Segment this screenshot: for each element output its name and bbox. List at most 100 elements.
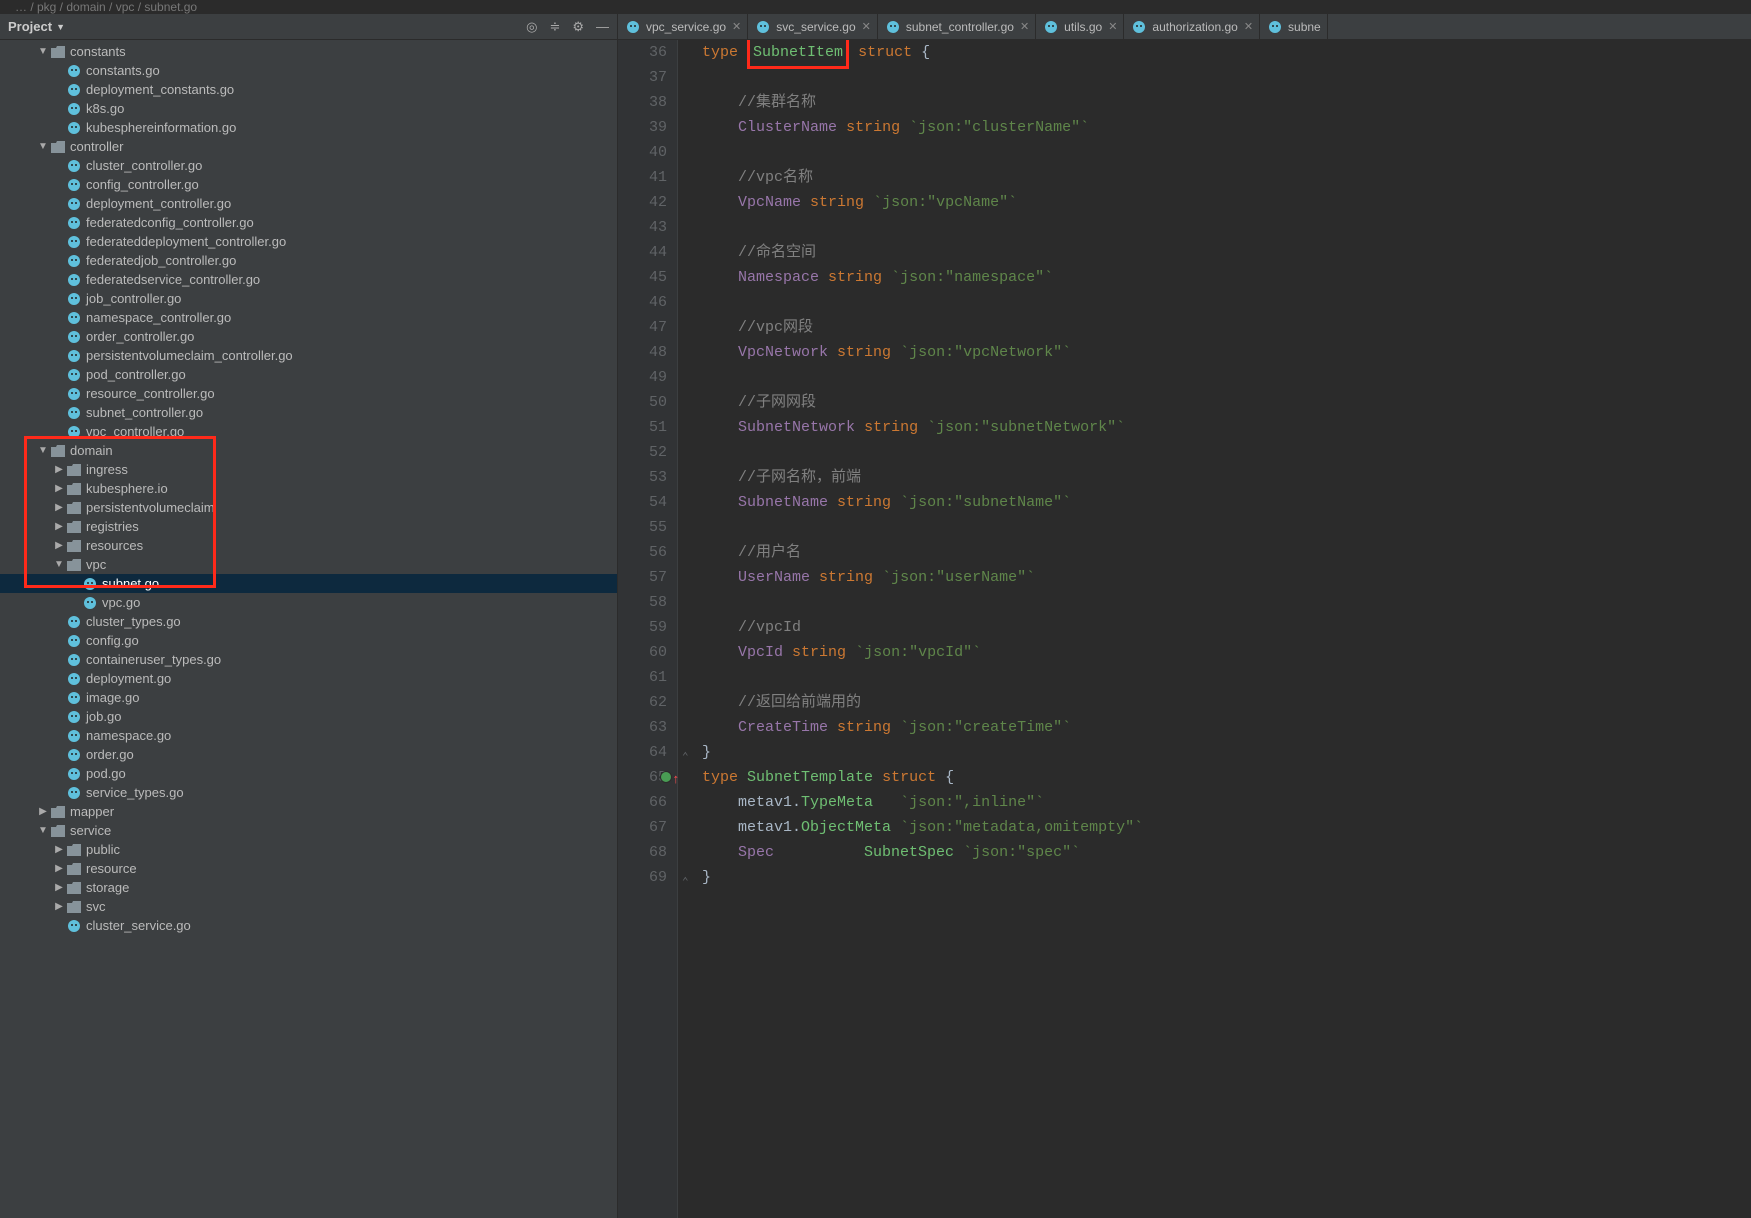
- tab-authorization.go[interactable]: authorization.go ✕: [1124, 14, 1260, 39]
- folder-mapper[interactable]: ▶mapper: [0, 802, 617, 821]
- file-order.go[interactable]: order.go: [0, 745, 617, 764]
- folder-kubesphere.io[interactable]: ▶kubesphere.io: [0, 479, 617, 498]
- code-area[interactable]: type SubnetItem struct { //集群名称 ClusterN…: [702, 40, 1751, 1218]
- tab-label: utils.go: [1064, 20, 1102, 34]
- tab-label: authorization.go: [1152, 20, 1237, 34]
- tree-item-label: cluster_controller.go: [86, 158, 202, 173]
- fold-close-icon[interactable]: ⌃: [682, 746, 689, 771]
- folder-service[interactable]: ▼service: [0, 821, 617, 840]
- folder-domain[interactable]: ▼domain: [0, 441, 617, 460]
- folder-svc[interactable]: ▶svc: [0, 897, 617, 916]
- close-icon[interactable]: ✕: [1244, 20, 1253, 33]
- folder-resource[interactable]: ▶resource: [0, 859, 617, 878]
- gear-icon[interactable]: ⚙: [572, 19, 584, 35]
- file-federateddeployment_controller.go[interactable]: federateddeployment_controller.go: [0, 232, 617, 251]
- gutter-marker-icon: [660, 771, 672, 783]
- file-k8s.go[interactable]: k8s.go: [0, 99, 617, 118]
- file-config.go[interactable]: config.go: [0, 631, 617, 650]
- file-containeruser_types.go[interactable]: containeruser_types.go: [0, 650, 617, 669]
- go-file-icon: [66, 64, 82, 78]
- file-federatedservice_controller.go[interactable]: federatedservice_controller.go: [0, 270, 617, 289]
- folder-icon: [66, 464, 82, 476]
- tab-label: subne: [1288, 20, 1321, 34]
- file-deployment.go[interactable]: deployment.go: [0, 669, 617, 688]
- tree-item-label: namespace_controller.go: [86, 310, 231, 325]
- file-kubesphereinformation.go[interactable]: kubesphereinformation.go: [0, 118, 617, 137]
- file-federatedjob_controller.go[interactable]: federatedjob_controller.go: [0, 251, 617, 270]
- expander-icon[interactable]: ▶: [36, 806, 50, 817]
- go-file-icon: [66, 254, 82, 268]
- expander-icon[interactable]: ▶: [52, 502, 66, 513]
- expander-icon[interactable]: ▶: [52, 882, 66, 893]
- expander-icon[interactable]: ▶: [52, 863, 66, 874]
- collapse-icon[interactable]: ≑: [549, 19, 560, 35]
- go-file-icon: [66, 387, 82, 401]
- file-federatedconfig_controller.go[interactable]: federatedconfig_controller.go: [0, 213, 617, 232]
- expander-icon[interactable]: ▶: [52, 540, 66, 551]
- folder-registries[interactable]: ▶registries: [0, 517, 617, 536]
- file-cluster_controller.go[interactable]: cluster_controller.go: [0, 156, 617, 175]
- file-image.go[interactable]: image.go: [0, 688, 617, 707]
- file-deployment_constants.go[interactable]: deployment_constants.go: [0, 80, 617, 99]
- expander-icon[interactable]: ▶: [52, 901, 66, 912]
- close-icon[interactable]: ✕: [862, 20, 871, 33]
- code-editor[interactable]: 3637383940414243444546474849505152535455…: [618, 40, 1751, 1218]
- expander-icon[interactable]: ▶: [52, 464, 66, 475]
- tab-subnet_controller.go[interactable]: subnet_controller.go✕: [878, 14, 1036, 39]
- target-icon[interactable]: ◎: [526, 19, 537, 35]
- expander-icon[interactable]: ▼: [36, 445, 50, 456]
- file-vpc_controller.go[interactable]: vpc_controller.go: [0, 422, 617, 441]
- folder-constants[interactable]: ▼constants: [0, 42, 617, 61]
- file-namespace_controller.go[interactable]: namespace_controller.go: [0, 308, 617, 327]
- go-file-icon: [66, 786, 82, 800]
- tree-item-label: vpc.go: [102, 595, 140, 610]
- file-cluster_service.go[interactable]: cluster_service.go: [0, 916, 617, 935]
- go-file-icon: [66, 653, 82, 667]
- expander-icon[interactable]: ▶: [52, 521, 66, 532]
- file-cluster_types.go[interactable]: cluster_types.go: [0, 612, 617, 631]
- file-namespace.go[interactable]: namespace.go: [0, 726, 617, 745]
- folder-resources[interactable]: ▶resources: [0, 536, 617, 555]
- file-persistentvolumeclaim_controller.go[interactable]: persistentvolumeclaim_controller.go: [0, 346, 617, 365]
- file-vpc.go[interactable]: vpc.go: [0, 593, 617, 612]
- project-dropdown[interactable]: Project ▼: [8, 19, 65, 34]
- close-icon[interactable]: ✕: [1020, 20, 1029, 33]
- tree-item-label: federateddeployment_controller.go: [86, 234, 286, 249]
- file-pod.go[interactable]: pod.go: [0, 764, 617, 783]
- folder-controller[interactable]: ▼controller: [0, 137, 617, 156]
- tab-utils.go[interactable]: utils.go ✕: [1036, 14, 1124, 39]
- file-config_controller.go[interactable]: config_controller.go: [0, 175, 617, 194]
- expander-icon[interactable]: ▶: [52, 483, 66, 494]
- folder-storage[interactable]: ▶storage: [0, 878, 617, 897]
- file-deployment_controller.go[interactable]: deployment_controller.go: [0, 194, 617, 213]
- folder-ingress[interactable]: ▶ingress: [0, 460, 617, 479]
- folder-persistentvolumeclaim[interactable]: ▶persistentvolumeclaim: [0, 498, 617, 517]
- go-file-icon: [66, 102, 82, 116]
- minimize-icon[interactable]: —: [596, 19, 609, 35]
- file-subnet.go[interactable]: subnet.go: [0, 574, 617, 593]
- expander-icon[interactable]: ▶: [52, 844, 66, 855]
- go-file-icon: [66, 235, 82, 249]
- file-job_controller.go[interactable]: job_controller.go: [0, 289, 617, 308]
- tab-subne[interactable]: subne: [1260, 14, 1328, 39]
- tab-svc_service.go[interactable]: svc_service.go✕: [748, 14, 878, 39]
- file-resource_controller.go[interactable]: resource_controller.go: [0, 384, 617, 403]
- tree-item-label: order_controller.go: [86, 329, 194, 344]
- close-icon[interactable]: ✕: [1108, 20, 1117, 33]
- file-job.go[interactable]: job.go: [0, 707, 617, 726]
- file-subnet_controller.go[interactable]: subnet_controller.go: [0, 403, 617, 422]
- file-constants.go[interactable]: constants.go: [0, 61, 617, 80]
- file-service_types.go[interactable]: service_types.go: [0, 783, 617, 802]
- expander-icon[interactable]: ▼: [36, 141, 50, 152]
- folder-public[interactable]: ▶public: [0, 840, 617, 859]
- folder-vpc[interactable]: ▼vpc: [0, 555, 617, 574]
- tab-vpc_service.go[interactable]: vpc_service.go✕: [618, 14, 748, 39]
- expander-icon[interactable]: ▼: [36, 46, 50, 57]
- project-tree[interactable]: ▼constantsconstants.godeployment_constan…: [0, 40, 617, 1218]
- expander-icon[interactable]: ▼: [52, 559, 66, 570]
- file-order_controller.go[interactable]: order_controller.go: [0, 327, 617, 346]
- expander-icon[interactable]: ▼: [36, 825, 50, 836]
- close-icon[interactable]: ✕: [732, 20, 741, 33]
- file-pod_controller.go[interactable]: pod_controller.go: [0, 365, 617, 384]
- fold-close-icon[interactable]: ⌃: [682, 871, 689, 896]
